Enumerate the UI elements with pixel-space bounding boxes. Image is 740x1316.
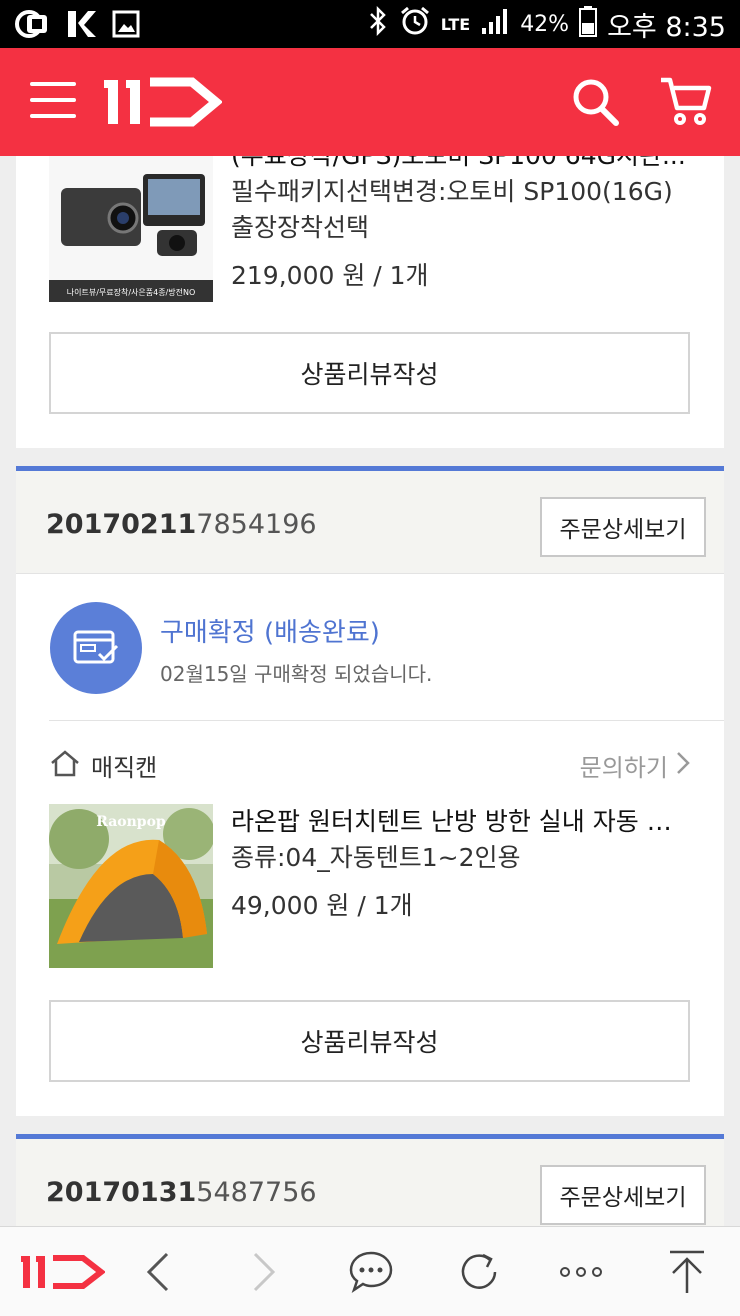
order-detail-button[interactable]: 주문상세보기 <box>540 497 706 557</box>
chevron-right-icon <box>676 751 690 781</box>
order-number-suffix: 7854196 <box>196 509 317 540</box>
ks-notification-icon <box>66 9 98 39</box>
refresh-icon[interactable] <box>454 1245 504 1299</box>
product-option: 종류:04_자동텐트1~2인용 <box>231 843 521 872</box>
thumbnail-caption: 나이트뷰/무료장착/사은품4종/방전NO <box>67 287 196 297</box>
lte-label: LTE <box>440 14 471 34</box>
product-name[interactable]: 라온팝 원터치텐트 난방 방한 실내 자동 낚... <box>231 804 689 840</box>
divider <box>49 720 724 721</box>
delivery-status-icon <box>50 602 142 694</box>
write-review-button[interactable]: 상품리뷰작성 <box>49 1000 690 1082</box>
browser-toolbar <box>0 1226 740 1316</box>
product-price: 219,000 원 / 1개 <box>231 261 429 290</box>
order-list[interactable]: 나이트뷰/무료장착/사은품4종/방전NO (무료장착/GPS)오토비 SP100… <box>0 156 740 1226</box>
bluetooth-icon <box>367 5 389 43</box>
more-icon[interactable] <box>556 1245 606 1299</box>
home-icon <box>49 749 81 783</box>
order-status-desc: 02월15일 구매확정 되었습니다. <box>160 662 433 686</box>
order-card: 나이트뷰/무료장착/사은품4종/방전NO (무료장착/GPS)오토비 SP100… <box>16 156 724 448</box>
app-header <box>0 48 740 156</box>
seller-link[interactable]: 매직캔 <box>49 748 157 783</box>
signal-icon <box>480 6 510 43</box>
seller-name: 매직캔 <box>91 754 158 782</box>
order-number-suffix: 5487756 <box>196 1177 317 1208</box>
write-review-button[interactable]: 상품리뷰작성 <box>49 332 690 414</box>
order-number-date: 20170211 <box>46 509 197 540</box>
product-thumbnail[interactable]: Raonpop <box>49 804 213 968</box>
order-number: 201701315487756 <box>46 1177 317 1208</box>
order-header: 201702117854196 주문상세보기 <box>16 466 724 574</box>
11st-logo[interactable] <box>104 74 224 132</box>
product-name[interactable]: (무료장착/GPS)오토비 SP100 64G시판... <box>231 156 689 174</box>
talk-icon[interactable] <box>346 1245 396 1299</box>
home-logo-button[interactable] <box>20 1245 106 1299</box>
order-card: 구매확정 (배송완료) 02월15일 구매확정 되었습니다. 매직캔 문의하기 <box>16 574 724 1116</box>
inquiry-link[interactable]: 문의하기 <box>580 748 690 783</box>
order-header: 201701315487756 주문상세보기 <box>16 1134 724 1226</box>
search-icon[interactable] <box>570 76 620 132</box>
forward-button[interactable] <box>244 1245 284 1299</box>
inquiry-label: 문의하기 <box>579 754 668 782</box>
product-info: (무료장착/GPS)오토비 SP100 64G시판... 필수패키지선택변경:오… <box>231 156 689 292</box>
product-info: 라온팝 원터치텐트 난방 방한 실내 자동 낚... 종류:04_자동텐트1~2… <box>231 804 689 922</box>
product-thumbnail[interactable]: 나이트뷰/무료장착/사은품4종/방전NO <box>49 156 213 302</box>
back-button[interactable] <box>138 1245 178 1299</box>
order-detail-button[interactable]: 주문상세보기 <box>540 1165 706 1225</box>
battery-icon <box>579 5 598 44</box>
product-price: 49,000 원 / 1개 <box>231 891 413 920</box>
order-number: 201702117854196 <box>46 509 317 540</box>
product-option: 필수패키지선택변경:오토비 SP100(16G) 출장장착선택 <box>231 177 673 242</box>
alarm-icon <box>399 5 431 44</box>
image-notification-icon <box>112 10 140 38</box>
clock: 오후 8:35 <box>607 11 726 43</box>
order-number-date: 20170131 <box>46 1177 197 1208</box>
app-notification-icon <box>14 9 52 39</box>
status-bar: LTE 42% 오후 8:35 <box>0 0 740 48</box>
cart-icon[interactable] <box>658 74 714 132</box>
menu-icon[interactable] <box>30 82 76 122</box>
scroll-top-icon[interactable] <box>664 1245 710 1299</box>
battery-percent: 42% <box>520 11 570 37</box>
order-status-title: 구매확정 (배송완료) <box>160 618 380 648</box>
thumbnail-brand: Raonpop <box>96 814 166 830</box>
